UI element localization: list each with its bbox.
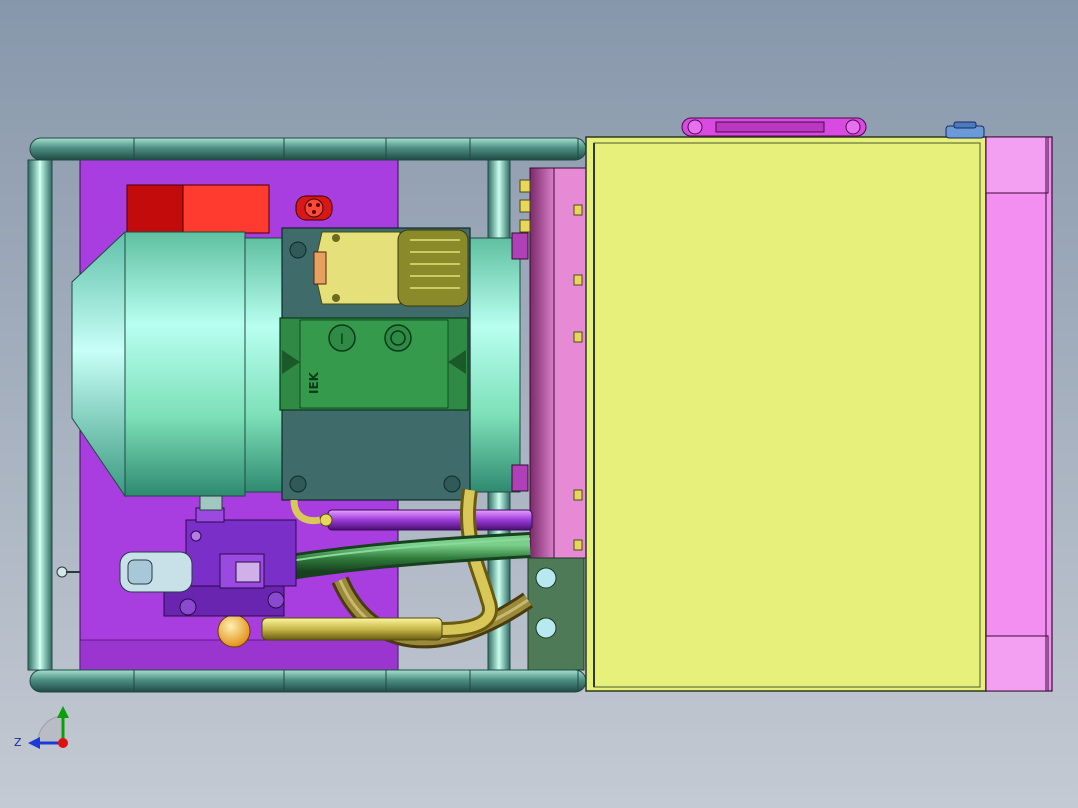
triad-plane-arc-icon: [37, 715, 63, 743]
switch-box[interactable]: I IEK: [279, 317, 469, 411]
connector-plug: [397, 229, 469, 307]
origin-dot-icon: [58, 738, 68, 748]
pressure-fitting-ball: [217, 614, 251, 648]
svg-text:I: I: [340, 332, 344, 348]
frame-top-rail[interactable]: [29, 137, 587, 161]
bracket-hole-2: [535, 617, 557, 639]
junction-screw-bl: [289, 475, 307, 493]
red-block-light: [182, 184, 270, 234]
yellow-pressure-tube: [261, 617, 443, 641]
triad-z-label: Z: [14, 736, 22, 749]
on-button[interactable]: [384, 324, 412, 352]
oil-tank[interactable]: [585, 136, 987, 692]
junction-screw-br: [443, 475, 461, 493]
tank-end-plate[interactable]: [985, 136, 1053, 692]
bracket-hole-1: [535, 567, 557, 589]
filler-cap[interactable]: [945, 121, 985, 139]
return-line-tube: [327, 509, 533, 531]
off-button[interactable]: I: [328, 324, 356, 352]
cable-connector[interactable]: [313, 229, 469, 307]
motor-end-cap: [124, 231, 246, 497]
pressure-gauge-knob[interactable]: [295, 195, 333, 221]
side-bolt: [56, 566, 68, 578]
frame-bottom-rail[interactable]: [29, 669, 587, 693]
mounting-bracket[interactable]: [527, 557, 585, 671]
red-block-dark: [126, 184, 184, 234]
view-orientation-triad: Z: [14, 706, 69, 749]
switch-brand-label: IEK: [307, 371, 321, 394]
cad-viewport[interactable]: I IEK Z: [0, 0, 1078, 808]
tank-handle[interactable]: [681, 117, 867, 137]
junction-screw-tl: [289, 241, 307, 259]
